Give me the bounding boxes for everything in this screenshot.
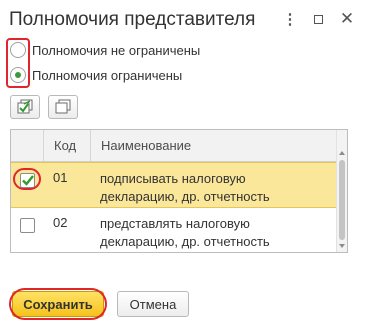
- close-icon[interactable]: ✕: [338, 9, 356, 29]
- authority-table: Код Наименование 01 подписывать налогову…: [10, 129, 348, 253]
- row-name-line: представлять налоговую: [100, 216, 250, 231]
- radio-unlimited-label: Полномочия не ограничены: [32, 42, 201, 58]
- radio-unlimited[interactable]: Полномочия не ограничены: [10, 41, 200, 59]
- radio-button-selected[interactable]: [10, 67, 26, 83]
- radio-button[interactable]: [10, 42, 26, 58]
- row-name-line: декларацию, др. отчетность: [100, 189, 270, 204]
- column-header-code[interactable]: Код: [43, 130, 90, 161]
- scroll-thumb[interactable]: [339, 160, 345, 240]
- row-check-cell: [11, 163, 43, 207]
- save-button[interactable]: Сохранить: [12, 291, 104, 317]
- column-header-name[interactable]: Наименование: [90, 130, 338, 161]
- uncheck-all-button[interactable]: [48, 95, 78, 119]
- radio-limited[interactable]: Полномочия ограничены: [10, 66, 182, 84]
- row-name: подписывать налоговую декларацию, др. от…: [90, 163, 330, 207]
- more-vertical-icon[interactable]: ⋮: [281, 9, 299, 29]
- radio-limited-label: Полномочия ограничены: [32, 67, 183, 83]
- uncheck-all-icon: [55, 99, 71, 114]
- dialog-title: Полномочия представителя: [9, 9, 256, 30]
- maximize-icon[interactable]: [309, 9, 327, 29]
- check-all-button[interactable]: [10, 95, 40, 119]
- cancel-button[interactable]: Отмена: [117, 291, 189, 317]
- row-code: 02: [53, 215, 68, 230]
- row-name: представлять налоговую декларацию, др. о…: [90, 208, 330, 252]
- column-header-check: [11, 130, 43, 161]
- table-header: Код Наименование: [11, 130, 338, 162]
- scroll-up-arrow-icon[interactable]: [339, 151, 345, 155]
- table-row[interactable]: 02 представлять налоговую декларацию, др…: [11, 208, 338, 252]
- row-name-line: подписывать налоговую: [100, 171, 246, 186]
- row-checkbox[interactable]: [19, 218, 35, 233]
- checkmark-icon: [21, 175, 34, 186]
- row-name-line: декларацию, др. отчетность: [100, 234, 270, 249]
- check-all-icon: [17, 99, 33, 114]
- row-check-cell: [11, 208, 43, 252]
- row-code: 01: [53, 170, 68, 185]
- table-scrollbar[interactable]: [336, 130, 347, 252]
- table-row[interactable]: 01 подписывать налоговую декларацию, др.…: [11, 162, 338, 208]
- scroll-down-arrow-icon[interactable]: [339, 244, 345, 248]
- row-checkbox[interactable]: [19, 173, 35, 188]
